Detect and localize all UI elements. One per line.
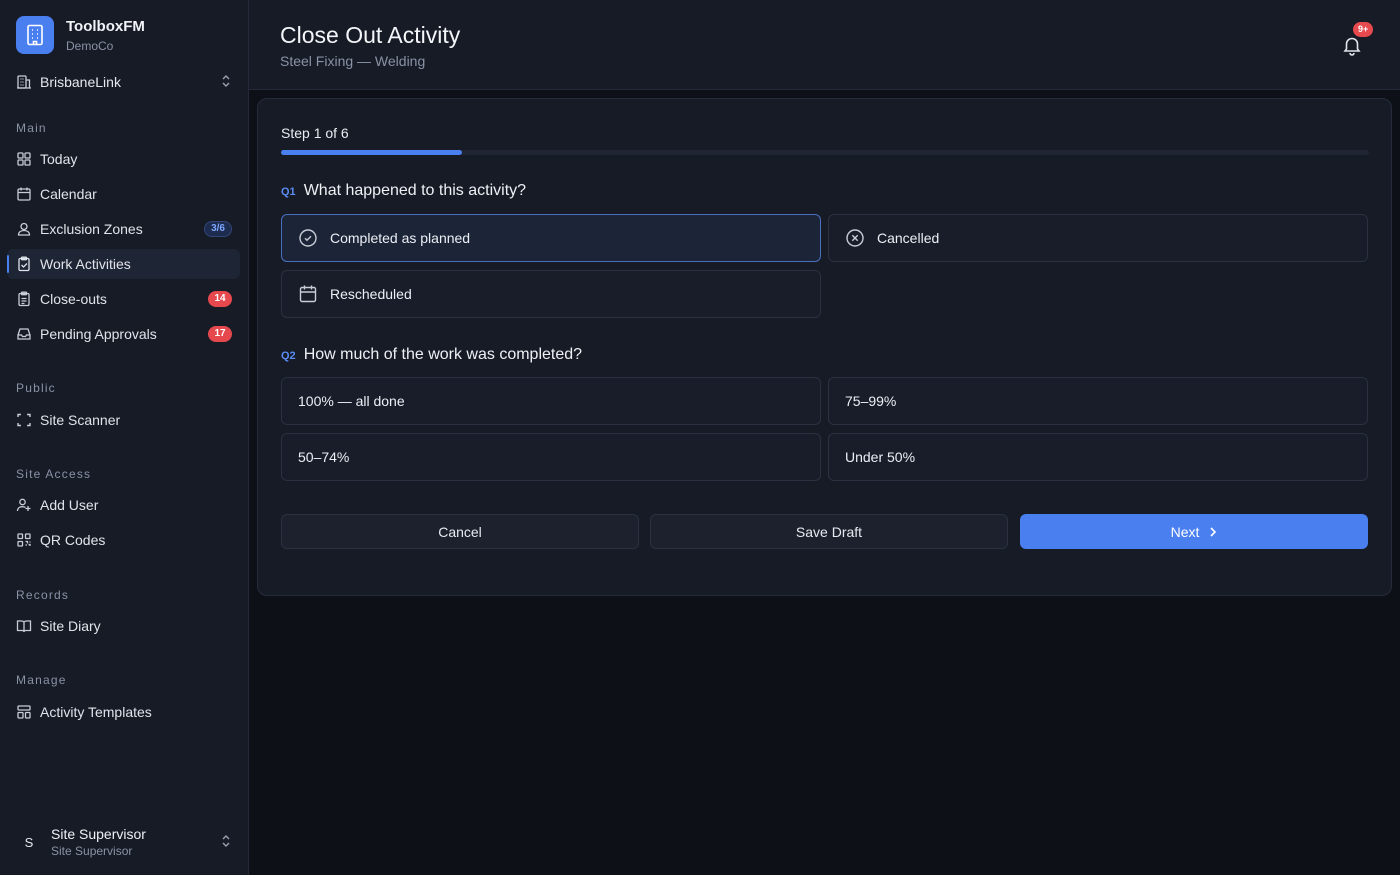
site-name: BrisbaneLink (40, 74, 121, 90)
sidebar-item-label: Site Scanner (40, 412, 121, 428)
book-open-icon (16, 618, 32, 634)
option-label: Completed as planned (330, 230, 471, 246)
sidebar-item-label: Exclusion Zones (40, 221, 143, 237)
page-header: Close Out Activity Steel Fixing — Weldin… (249, 0, 1400, 90)
check-circle-icon (298, 228, 318, 248)
sidebar-item-label: Close-outs (40, 291, 107, 307)
user-plus-icon (16, 497, 32, 513)
sidebar-item-label: QR Codes (40, 532, 106, 548)
sidebar-item-label: Today (40, 151, 78, 167)
option-label: Rescheduled (330, 286, 412, 302)
chevron-right-icon (1209, 526, 1217, 538)
option-rescheduled[interactable]: Rescheduled (281, 270, 821, 318)
avatar: S (16, 829, 42, 855)
user-name: Site Supervisor (51, 826, 146, 842)
question-number: Q1 (281, 186, 296, 198)
option-100-percent[interactable]: 100% — all done (281, 377, 821, 425)
option-label: Cancelled (877, 230, 940, 246)
user-menu[interactable]: S Site Supervisor Site Supervisor (16, 822, 234, 862)
question-2: Q2 How much of the work was completed? (281, 346, 582, 364)
user-role: Site Supervisor (51, 844, 133, 858)
calendar-icon (298, 284, 318, 304)
brand[interactable]: ToolboxFM DemoCo (16, 16, 145, 54)
sidebar-item-label: Site Diary (40, 618, 101, 634)
chevron-up-down-icon (220, 834, 232, 853)
progress-fill (281, 150, 463, 155)
sidebar-item-label: Pending Approvals (40, 326, 157, 342)
close-outs-badge: 14 (208, 291, 232, 307)
chevron-up-down-icon (220, 74, 232, 93)
sidebar-item-site-diary[interactable]: Site Diary (7, 611, 240, 641)
office-building-icon (16, 74, 32, 90)
question-text: How much of the work was completed? (303, 346, 583, 363)
sidebar-item-work-activities[interactable]: Work Activities (7, 249, 240, 279)
sidebar-item-label: Calendar (40, 186, 97, 202)
section-public: Public (16, 381, 56, 395)
grid-icon (16, 151, 32, 167)
option-75-99-percent[interactable]: 75–99% (828, 377, 1368, 425)
sidebar-item-qr-codes[interactable]: QR Codes (7, 525, 240, 555)
scan-icon (16, 412, 32, 428)
calendar-icon (16, 186, 32, 202)
building-icon (16, 16, 54, 54)
clipboard-list-icon (16, 291, 32, 307)
site-selector[interactable]: BrisbaneLink (16, 70, 234, 94)
option-label: 75–99% (845, 393, 897, 409)
question-1: Q1 What happened to this activity? (281, 182, 526, 200)
sidebar-item-site-scanner[interactable]: Site Scanner (7, 405, 240, 435)
option-label: 100% — all done (298, 393, 405, 409)
question-number: Q2 (281, 350, 296, 362)
next-button-label: Next (1170, 523, 1200, 540)
sidebar-item-activity-templates[interactable]: Activity Templates (7, 697, 240, 727)
user-location-icon (16, 221, 32, 237)
option-under-50-percent[interactable]: Under 50% (828, 433, 1368, 481)
section-manage: Manage (16, 673, 67, 687)
option-label: Under 50% (845, 449, 916, 465)
sidebar: ToolboxFM DemoCo BrisbaneLink Main Today (0, 0, 249, 875)
option-50-74-percent[interactable]: 50–74% (281, 433, 821, 481)
x-circle-icon (845, 228, 865, 248)
option-cancelled[interactable]: Cancelled (828, 214, 1368, 262)
sidebar-item-calendar[interactable]: Calendar (7, 179, 240, 209)
close-out-wizard: Step 1 of 6 Q1 What happened to this act… (257, 98, 1392, 596)
option-completed-as-planned[interactable]: Completed as planned (281, 214, 821, 262)
notifications-button[interactable] (1341, 34, 1363, 56)
page-subtitle: Steel Fixing — Welding (280, 53, 426, 69)
step-label: Step 1 of 6 (281, 125, 349, 141)
notification-badge: 9+ (1353, 22, 1374, 37)
bell-icon (1343, 37, 1361, 56)
section-main: Main (16, 121, 47, 135)
section-site-access: Site Access (16, 467, 92, 481)
progress-bar (281, 150, 1369, 155)
cancel-button[interactable]: Cancel (281, 514, 639, 549)
pending-approvals-badge: 17 (208, 326, 232, 342)
sidebar-item-close-outs[interactable]: Close-outs 14 (7, 284, 240, 314)
exclusion-zones-badge: 3/6 (204, 221, 232, 237)
layout-template-icon (16, 704, 32, 720)
sidebar-item-add-user[interactable]: Add User (7, 490, 240, 520)
next-button[interactable]: Next (1020, 514, 1368, 549)
brand-name: ToolboxFM (66, 17, 145, 35)
qr-code-icon (16, 532, 32, 548)
clipboard-check-icon (16, 256, 32, 272)
save-draft-button[interactable]: Save Draft (650, 514, 1008, 549)
sidebar-item-label: Work Activities (40, 256, 131, 272)
inbox-icon (16, 326, 32, 342)
brand-org: DemoCo (66, 38, 114, 53)
section-records: Records (16, 588, 70, 602)
sidebar-item-pending-approvals[interactable]: Pending Approvals 17 (7, 319, 240, 349)
option-label: 50–74% (298, 449, 350, 465)
sidebar-item-exclusion-zones[interactable]: Exclusion Zones 3/6 (7, 214, 240, 244)
sidebar-item-label: Add User (40, 497, 99, 513)
sidebar-item-label: Activity Templates (40, 704, 152, 720)
page-title: Close Out Activity (280, 22, 461, 48)
question-text: What happened to this activity? (303, 182, 527, 199)
sidebar-item-today[interactable]: Today (7, 144, 240, 174)
